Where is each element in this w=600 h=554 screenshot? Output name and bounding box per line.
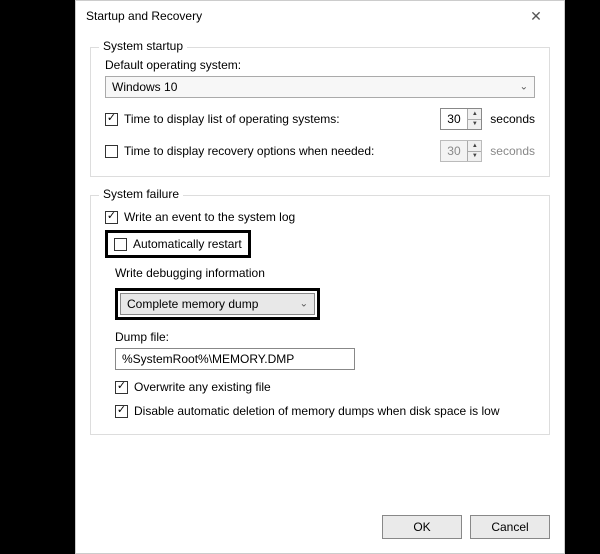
auto-restart-highlight: Automatically restart — [105, 230, 251, 258]
display-list-spinner: ▲ ▼ — [467, 109, 481, 129]
debug-select-highlight: Complete memory dump ⌄ — [115, 288, 320, 320]
default-os-select[interactable]: Windows 10 ⌄ — [105, 76, 535, 98]
default-os-value: Windows 10 — [112, 80, 177, 94]
debug-heading: Write debugging information — [115, 266, 535, 280]
display-list-seconds-input[interactable]: 30 ▲ ▼ — [440, 108, 482, 130]
disable-deletion-label: Disable automatic deletion of memory dum… — [134, 404, 500, 418]
close-icon: ✕ — [530, 8, 542, 25]
display-recovery-value: 30 — [447, 144, 460, 158]
disable-deletion-row: Disable automatic deletion of memory dum… — [115, 404, 535, 418]
chevron-down-icon: ⌄ — [520, 82, 528, 93]
spinner-up-icon: ▲ — [468, 141, 481, 152]
overwrite-checkbox[interactable] — [115, 381, 128, 394]
display-list-checkbox[interactable] — [105, 113, 118, 126]
write-event-row: Write an event to the system log — [105, 210, 535, 224]
display-list-label: Time to display list of operating system… — [124, 112, 340, 126]
dump-file-label: Dump file: — [115, 330, 535, 344]
display-list-value: 30 — [447, 112, 460, 126]
spinner-up-icon[interactable]: ▲ — [468, 109, 481, 120]
dump-file-value: %SystemRoot%\MEMORY.DMP — [122, 352, 294, 366]
ok-button[interactable]: OK — [382, 515, 462, 539]
seconds-unit-2: seconds — [490, 144, 535, 158]
debug-info-section: Write debugging information Complete mem… — [115, 266, 535, 418]
system-failure-label: System failure — [99, 187, 183, 201]
debug-select-value: Complete memory dump — [127, 297, 258, 311]
button-bar: OK Cancel — [368, 505, 564, 549]
spinner-down-icon: ▼ — [468, 152, 481, 162]
display-recovery-seconds-input: 30 ▲ ▼ — [440, 140, 482, 162]
display-list-row: Time to display list of operating system… — [105, 108, 535, 130]
system-startup-group: System startup Default operating system:… — [90, 47, 550, 177]
cancel-label: Cancel — [491, 520, 528, 534]
dump-file-input[interactable]: %SystemRoot%\MEMORY.DMP — [115, 348, 355, 370]
display-recovery-checkbox[interactable] — [105, 145, 118, 158]
write-event-label: Write an event to the system log — [124, 210, 295, 224]
disable-deletion-checkbox[interactable] — [115, 405, 128, 418]
auto-restart-label: Automatically restart — [133, 237, 242, 251]
display-recovery-row: Time to display recovery options when ne… — [105, 140, 535, 162]
titlebar: Startup and Recovery ✕ — [76, 1, 564, 31]
default-os-label: Default operating system: — [105, 58, 535, 72]
display-recovery-label: Time to display recovery options when ne… — [124, 144, 374, 158]
debug-info-select[interactable]: Complete memory dump ⌄ — [120, 293, 315, 315]
dialog-content: System startup Default operating system:… — [76, 31, 564, 445]
dialog-title: Startup and Recovery — [86, 9, 202, 23]
write-event-checkbox[interactable] — [105, 211, 118, 224]
chevron-down-icon: ⌄ — [300, 299, 308, 310]
cancel-button[interactable]: Cancel — [470, 515, 550, 539]
spinner-down-icon[interactable]: ▼ — [468, 120, 481, 130]
overwrite-label: Overwrite any existing file — [134, 380, 271, 394]
overwrite-row: Overwrite any existing file — [115, 380, 535, 394]
seconds-unit: seconds — [490, 112, 535, 126]
auto-restart-checkbox[interactable] — [114, 238, 127, 251]
startup-recovery-dialog: Startup and Recovery ✕ System startup De… — [75, 0, 565, 554]
system-failure-group: System failure Write an event to the sys… — [90, 195, 550, 435]
ok-label: OK — [413, 520, 430, 534]
display-recovery-spinner: ▲ ▼ — [467, 141, 481, 161]
system-startup-label: System startup — [99, 39, 187, 53]
close-button[interactable]: ✕ — [516, 2, 556, 30]
